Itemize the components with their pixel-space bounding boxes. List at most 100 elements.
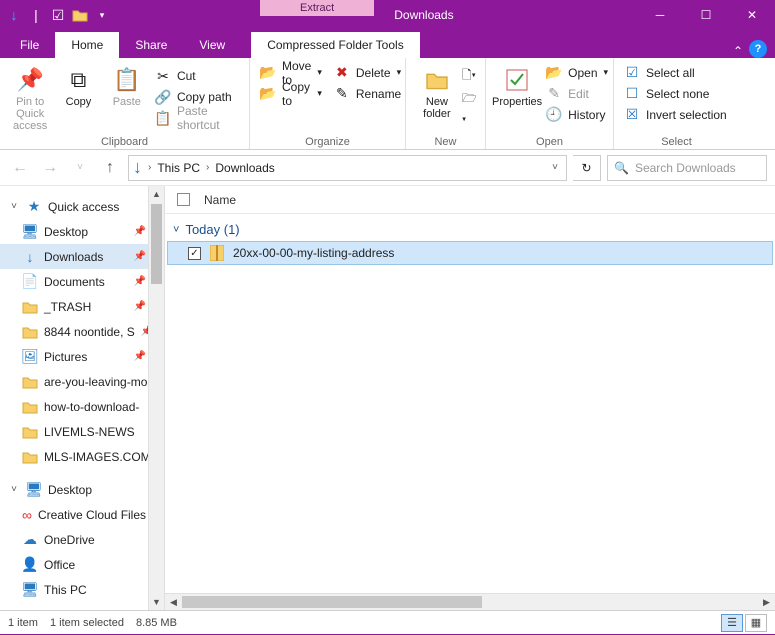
chevron-down-icon: ▾ (317, 67, 322, 78)
crumb-downloads[interactable]: Downloads (215, 161, 274, 175)
nav-noontide[interactable]: 8844 noontide, S📌 (0, 319, 164, 344)
tab-home[interactable]: Home (55, 32, 119, 58)
tab-compressed-folder-tools[interactable]: Compressed Folder Tools (251, 32, 420, 58)
horizontal-scrollbar[interactable]: ◀ ▶ (165, 593, 775, 610)
navigation-pane: ˅★Quick access 🖥Desktop📌 ↓Downloads📌 📄Do… (0, 186, 165, 610)
close-button[interactable]: ✕ (729, 0, 775, 30)
column-name[interactable]: Name (204, 193, 236, 207)
new-folder-button[interactable]: New folder (412, 62, 462, 131)
search-box[interactable]: 🔍 Search Downloads (607, 155, 767, 181)
paste-button[interactable]: 📋 Paste (103, 62, 151, 132)
nav-mlsimg[interactable]: MLS-IMAGES.COM (0, 444, 164, 469)
nav-scrollbar[interactable]: ▲ ▼ (148, 186, 164, 610)
details-view-button[interactable]: ☰ (721, 614, 743, 632)
scroll-down-icon[interactable]: ▼ (149, 594, 164, 610)
nav-downloads[interactable]: ↓Downloads📌 (0, 244, 164, 269)
open-icon: 📂 (546, 65, 562, 81)
file-checkbox[interactable]: ✓ (188, 247, 201, 260)
nav-this-pc[interactable]: 🖥This PC (0, 577, 164, 602)
nav-desktop-root[interactable]: ˅🖥Desktop (0, 477, 164, 502)
quick-access-toolbar: ↓ | ☑ ▾ (0, 0, 110, 30)
chevron-right-icon[interactable]: › (206, 162, 209, 173)
tab-file[interactable]: File (4, 32, 55, 58)
creative-cloud-icon: ∞ (22, 507, 32, 523)
forward-button[interactable]: → (38, 156, 62, 180)
group-clipboard-label: Clipboard (0, 136, 249, 148)
nav-howto[interactable]: how-to-download- (0, 394, 164, 419)
tab-share[interactable]: Share (119, 32, 183, 58)
nav-pictures[interactable]: 🖼Pictures📌 (0, 344, 164, 369)
file-list[interactable]: ˅ Today (1) ✓ 20xx-00-00-my-listing-addr… (165, 214, 775, 593)
nav-office[interactable]: 👤Office (0, 552, 164, 577)
dropdown-icon[interactable]: ▾ (94, 7, 110, 23)
paste-icon: 📋 (113, 66, 141, 94)
select-none-button[interactable]: ☐Select none (620, 83, 733, 104)
ribbon: 📌 Pin to Quick access ⧉ Copy 📋 Paste ✂Cu… (0, 58, 775, 150)
nav-trash[interactable]: _TRASH📌 (0, 294, 164, 319)
nav-desktop[interactable]: 🖥Desktop📌 (0, 219, 164, 244)
3d-objects-icon: ◨ (36, 607, 52, 611)
history-button[interactable]: 🕘History (542, 104, 612, 125)
folder-icon (22, 449, 38, 465)
scroll-up-icon[interactable]: ▲ (149, 186, 164, 202)
chevron-right-icon[interactable]: › (148, 162, 151, 173)
refresh-button[interactable]: ↻ (573, 155, 601, 181)
nav-leaving[interactable]: are-you-leaving-mo (0, 369, 164, 394)
edit-button[interactable]: ✎Edit (542, 83, 612, 104)
column-header-row: Name (165, 186, 775, 214)
easy-access-icon[interactable]: 🗁▾ (462, 89, 479, 131)
folder-icon[interactable] (72, 7, 88, 23)
scroll-right-icon[interactable]: ▶ (758, 597, 775, 608)
nav-livemls[interactable]: LIVEMLS-NEWS (0, 419, 164, 444)
crumb-this-pc[interactable]: This PC (157, 161, 200, 175)
maximize-button[interactable]: ☐ (683, 0, 729, 30)
up-button[interactable]: ↑ (98, 156, 122, 180)
search-placeholder: Search Downloads (635, 161, 736, 175)
nav-documents[interactable]: 📄Documents📌 (0, 269, 164, 294)
downloads-arrow-icon: ↓ (133, 157, 142, 178)
pin-icon: 📌 (134, 301, 146, 312)
nav-3d-objects[interactable]: ◨3D Objects (0, 602, 164, 610)
folder-icon (22, 299, 38, 315)
new-item-icon[interactable]: 🗋▾ (462, 66, 479, 87)
scroll-left-icon[interactable]: ◀ (165, 597, 182, 608)
arrow-down-icon[interactable]: ↓ (6, 7, 22, 23)
invert-selection-button[interactable]: ☒Invert selection (620, 104, 733, 125)
copy-to-button[interactable]: 📂Copy to▾ (256, 83, 326, 104)
scroll-thumb[interactable] (182, 596, 482, 608)
pin-quick-access-button[interactable]: 📌 Pin to Quick access (6, 62, 54, 132)
file-row[interactable]: ✓ 20xx-00-00-my-listing-address (167, 241, 773, 265)
nav-quick-access[interactable]: ˅★Quick access (0, 194, 164, 219)
rename-button[interactable]: ✎Rename (330, 83, 405, 104)
open-button[interactable]: 📂Open▾ (542, 62, 612, 83)
checkbox-checked-icon[interactable]: ☑ (50, 7, 66, 23)
recent-locations-button[interactable]: ˅ (68, 156, 92, 180)
minimize-button[interactable]: ─ (637, 0, 683, 30)
scroll-thumb[interactable] (151, 204, 162, 284)
back-button[interactable]: ← (8, 156, 32, 180)
delete-button[interactable]: ✖Delete▾ (330, 62, 405, 83)
nav-creative-cloud[interactable]: ∞Creative Cloud Files (0, 502, 164, 527)
status-size: 8.85 MB (136, 617, 177, 629)
address-bar[interactable]: ↓ › This PC › Downloads ˅ (128, 155, 567, 181)
paste-shortcut-button[interactable]: 📋Paste shortcut (151, 108, 243, 129)
address-dropdown-icon[interactable]: ˅ (548, 162, 562, 173)
large-icons-view-button[interactable]: ▦ (745, 614, 767, 632)
select-all-checkbox[interactable] (177, 193, 190, 206)
tab-view[interactable]: View (183, 32, 241, 58)
copy-button[interactable]: ⧉ Copy (54, 62, 102, 132)
address-bar-row: ← → ˅ ↑ ↓ › This PC › Downloads ˅ ↻ 🔍 Se… (0, 150, 775, 186)
group-today[interactable]: ˅ Today (1) (165, 218, 775, 241)
new-folder-icon (423, 66, 451, 94)
group-select-label: Select (614, 136, 739, 148)
downloads-icon: ↓ (22, 249, 38, 265)
pin-icon: 📌 (134, 226, 146, 237)
status-item-count: 1 item (8, 617, 38, 629)
properties-button[interactable]: Properties (492, 62, 542, 125)
nav-onedrive[interactable]: ☁OneDrive (0, 527, 164, 552)
select-all-button[interactable]: ☑Select all (620, 62, 733, 83)
cut-button[interactable]: ✂Cut (151, 66, 243, 87)
help-button[interactable]: ? (749, 40, 767, 58)
minimize-ribbon-icon[interactable]: ⌃ (731, 44, 745, 58)
pictures-icon: 🖼 (22, 349, 38, 365)
